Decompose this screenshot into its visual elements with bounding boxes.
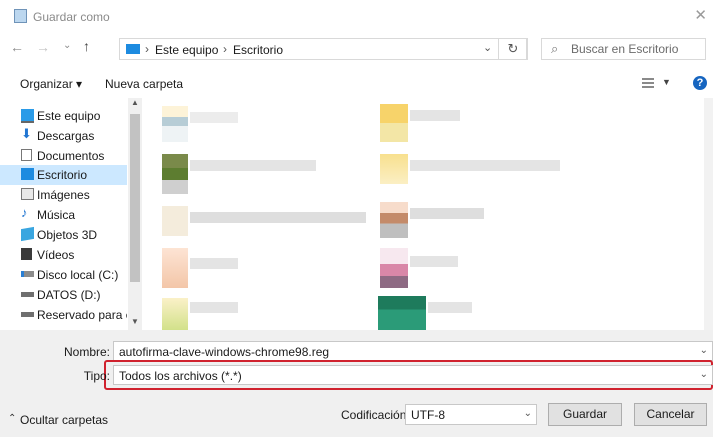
scroll-up-icon[interactable]: ▲ — [131, 98, 139, 107]
back-icon[interactable]: ← — [10, 39, 24, 55]
search-icon: ⌕ — [551, 41, 559, 56]
drive-icon — [21, 312, 34, 317]
cube-icon — [21, 226, 34, 242]
breadcrumb-escritorio[interactable]: Escritorio — [233, 43, 283, 57]
file-thumbnail[interactable] — [162, 106, 188, 142]
file-list-scrollbar[interactable] — [704, 98, 713, 330]
drive-icon — [21, 271, 34, 277]
chevron-down-icon[interactable]: ⌄ — [524, 408, 532, 419]
file-thumbnail[interactable] — [380, 104, 408, 142]
sidebar-item-reservado[interactable]: Reservado para e — [0, 305, 127, 325]
type-label: Tipo: — [83, 369, 110, 383]
help-icon[interactable]: ? — [693, 76, 707, 90]
file-name-value: autofirma-clave-windows-chrome98.reg — [119, 345, 330, 359]
sidebar-item-label: Reservado para e — [37, 308, 127, 322]
file-name-blurred — [410, 256, 458, 267]
hide-folders-button[interactable]: Ocultar carpetas — [20, 413, 108, 427]
computer-icon — [21, 109, 34, 123]
file-thumbnail[interactable] — [162, 206, 188, 236]
file-list[interactable] — [142, 98, 713, 330]
window-title: Guardar como — [33, 10, 110, 24]
view-options-icon[interactable] — [642, 78, 654, 89]
sidebar-item-este-equipo[interactable]: Este equipo — [0, 106, 127, 126]
notepad-icon — [14, 9, 27, 23]
file-thumbnail[interactable] — [162, 154, 188, 194]
chevron-down-icon[interactable]: ⌄ — [700, 369, 708, 380]
sidebar-item-label: DATOS (D:) — [37, 288, 101, 302]
desktop-icon — [126, 44, 140, 54]
file-name-blurred — [190, 112, 238, 123]
sidebar-scroll-thumb[interactable] — [130, 114, 140, 282]
sidebar-item-label: Disco local (C:) — [37, 268, 119, 282]
file-name-blurred — [190, 258, 238, 269]
download-icon: ⬇ — [21, 126, 32, 141]
file-name-blurred — [428, 302, 472, 313]
sidebar-item-label: Imágenes — [37, 188, 90, 202]
name-label: Nombre: — [63, 345, 110, 359]
breadcrumb-separator: › — [223, 42, 227, 56]
file-thumbnail[interactable] — [162, 298, 188, 330]
refresh-icon[interactable]: ↻ — [498, 38, 528, 60]
search-input[interactable]: ⌕ Buscar en Escritorio — [541, 38, 706, 60]
navigation-pane: Este equipo ⬇ Descargas Documentos Escri… — [0, 98, 142, 330]
music-icon: ♪ — [21, 205, 28, 220]
desktop-icon — [21, 168, 34, 180]
sidebar-item-label: Este equipo — [37, 109, 101, 123]
file-thumbnail[interactable] — [162, 248, 188, 288]
up-icon[interactable]: ↑ — [83, 38, 90, 54]
sidebar-item-disco-local-c[interactable]: Disco local (C:) — [0, 265, 127, 285]
video-icon — [21, 248, 32, 260]
organize-button[interactable]: Organizar ▾ — [20, 77, 82, 91]
cancel-button[interactable]: Cancelar — [634, 403, 707, 426]
image-icon — [21, 188, 34, 200]
file-type-value: Todos los archivos (*.*) — [119, 369, 242, 383]
chevron-up-icon[interactable]: ⌃ — [8, 413, 16, 424]
file-name-blurred — [410, 208, 484, 219]
sidebar-item-label: Documentos — [37, 149, 105, 163]
scroll-down-icon[interactable]: ▼ — [131, 317, 139, 326]
save-button[interactable]: Guardar — [548, 403, 622, 426]
close-icon[interactable]: ✕ — [694, 6, 707, 24]
file-name-input[interactable]: autofirma-clave-windows-chrome98.reg ⌄ — [113, 341, 713, 361]
file-name-blurred — [190, 302, 238, 313]
file-thumbnail[interactable] — [380, 248, 408, 288]
breadcrumb-separator: › — [145, 42, 149, 56]
new-folder-button[interactable]: Nueva carpeta — [105, 77, 183, 91]
document-icon — [21, 149, 32, 161]
file-name-blurred — [190, 160, 316, 171]
address-bar[interactable]: › Este equipo › Escritorio ⌄ — [119, 38, 527, 60]
file-name-blurred — [410, 160, 560, 171]
chevron-down-icon[interactable]: ⌄ — [63, 40, 71, 51]
sidebar-item-videos[interactable]: Vídeos — [0, 245, 127, 265]
sidebar-item-label: Objetos 3D — [37, 228, 98, 242]
sidebar-item-descargas[interactable]: ⬇ Descargas — [0, 126, 127, 146]
drive-icon — [21, 292, 34, 297]
encoding-value: UTF-8 — [411, 408, 445, 422]
sidebar-item-label: Escritorio — [37, 168, 88, 182]
sidebar-item-datos-d[interactable]: DATOS (D:) — [0, 285, 127, 305]
sidebar-item-documentos[interactable]: Documentos — [0, 146, 127, 166]
chevron-down-icon[interactable]: ⌄ — [700, 345, 708, 356]
encoding-label: Codificación: — [341, 408, 410, 422]
file-thumbnail[interactable] — [378, 296, 426, 330]
forward-icon[interactable]: → — [36, 39, 50, 55]
search-placeholder: Buscar en Escritorio — [571, 42, 679, 56]
sidebar-item-imagenes[interactable]: Imágenes — [0, 185, 127, 205]
sidebar-item-objetos-3d[interactable]: Objetos 3D — [0, 225, 127, 245]
sidebar-item-label: Descargas — [37, 129, 95, 143]
encoding-select[interactable]: UTF-8 ⌄ — [405, 404, 537, 425]
file-type-select[interactable]: Todos los archivos (*.*) ⌄ — [113, 365, 713, 385]
sidebar-item-label: Música — [37, 208, 76, 222]
breadcrumb-este-equipo[interactable]: Este equipo — [155, 43, 218, 57]
view-dropdown-icon[interactable]: ▼ — [662, 77, 671, 87]
sidebar-item-musica[interactable]: ♪ Música — [0, 205, 127, 225]
sidebar-item-label: Vídeos — [37, 248, 75, 262]
file-thumbnail[interactable] — [380, 202, 408, 238]
file-name-blurred — [190, 212, 366, 223]
file-thumbnail[interactable] — [380, 154, 408, 184]
title-bar: Guardar como ✕ — [0, 0, 713, 34]
sidebar-item-escritorio[interactable]: Escritorio — [0, 165, 127, 185]
file-name-blurred — [410, 110, 460, 121]
address-dropdown-icon[interactable]: ⌄ — [483, 41, 492, 54]
